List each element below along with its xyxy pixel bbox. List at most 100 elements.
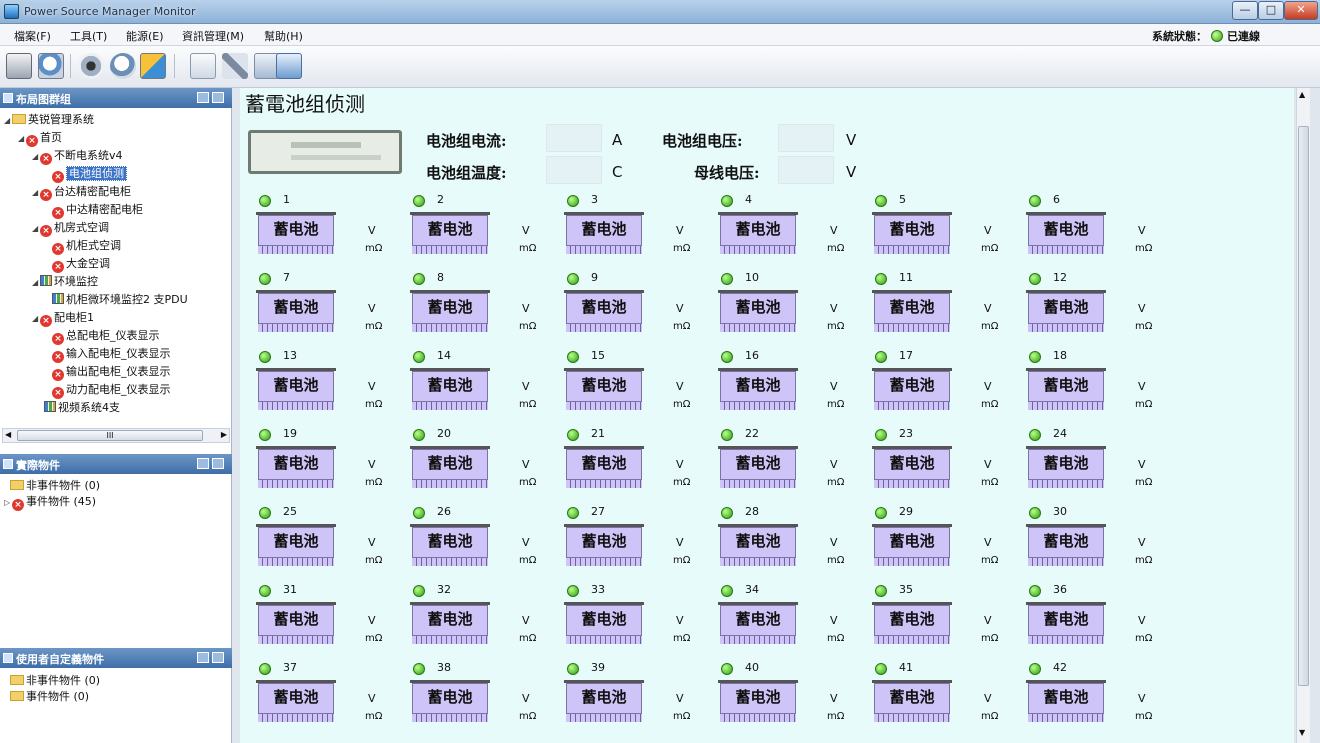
horizontal-scrollbar[interactable]: ◀ III ▶ [2,428,230,443]
tree-item[interactable]: ◢ 英锐管理系统 [4,112,94,127]
battery-icon[interactable]: 蓄电池 [872,212,952,254]
battery-cell[interactable]: 31 蓄电池 VmΩ [240,582,390,662]
battery-cell[interactable]: 28 蓄电池 VmΩ [702,504,852,584]
battery-icon[interactable]: 蓄电池 [718,446,798,488]
battery-cell[interactable]: 3 蓄电池 VmΩ [548,192,698,272]
battery-cell[interactable]: 34 蓄电池 VmΩ [702,582,852,662]
battery-icon[interactable]: 蓄电池 [1026,290,1106,332]
battery-cell[interactable]: 5 蓄电池 VmΩ [856,192,1006,272]
scroll-up-icon[interactable]: ▲ [1299,90,1305,99]
battery-icon[interactable]: 蓄电池 [1026,212,1106,254]
battery-icon[interactable]: 蓄电池 [564,602,644,644]
battery-cell[interactable]: 30 蓄电池 VmΩ [1010,504,1160,584]
tree-item[interactable]: ◢ × 台达精密配电柜 [32,184,131,201]
battery-cell[interactable]: 8 蓄电池 VmΩ [394,270,544,350]
battery-icon[interactable]: 蓄电池 [256,680,336,722]
maximize-button[interactable]: □ [1258,1,1284,20]
tree-item[interactable]: × 大金空调 [52,256,110,273]
battery-cell[interactable]: 2 蓄电池 VmΩ [394,192,544,272]
panel-minimize-icon[interactable] [197,652,209,663]
collapse-icon[interactable]: ◢ [32,221,40,236]
battery-cell[interactable]: 33 蓄电池 VmΩ [548,582,698,662]
battery-icon[interactable]: 蓄电池 [718,212,798,254]
search-icon[interactable] [38,53,64,79]
battery-icon[interactable]: 蓄电池 [1026,524,1106,566]
menu-tools[interactable]: 工具(T) [70,28,107,44]
battery-cell[interactable]: 38 蓄电池 VmΩ [394,660,544,740]
config-icon[interactable] [140,53,166,79]
battery-icon[interactable]: 蓄电池 [410,602,490,644]
battery-cell[interactable]: 39 蓄电池 VmΩ [548,660,698,740]
tree-item[interactable]: × 中达精密配电柜 [52,202,143,219]
battery-icon[interactable]: 蓄电池 [256,290,336,332]
battery-icon[interactable]: 蓄电池 [872,602,952,644]
window-icon[interactable] [276,53,302,79]
battery-cell[interactable]: 15 蓄电池 VmΩ [548,348,698,428]
collapse-icon[interactable]: ◢ [32,185,40,200]
battery-icon[interactable]: 蓄电池 [872,446,952,488]
battery-cell[interactable]: 16 蓄电池 VmΩ [702,348,852,428]
battery-cell[interactable]: 24 蓄电池 VmΩ [1010,426,1160,506]
tree-item[interactable]: 视频系统4支 [44,400,120,415]
battery-icon[interactable]: 蓄电池 [1026,446,1106,488]
battery-cell[interactable]: 20 蓄电池 VmΩ [394,426,544,506]
scroll-down-icon[interactable]: ▼ [1299,728,1305,737]
tree-item[interactable]: × 机柜式空调 [52,238,121,255]
battery-cell[interactable]: 26 蓄电池 VmΩ [394,504,544,584]
tree-item[interactable]: × 输出配电柜_仪表显示 [52,364,171,381]
tree-item[interactable]: 非事件物件 (0) [10,478,100,493]
minimize-button[interactable]: — [1232,1,1258,20]
battery-cell[interactable]: 12 蓄电池 VmΩ [1010,270,1160,350]
collapse-icon[interactable]: ◢ [32,149,40,164]
battery-icon[interactable]: 蓄电池 [872,524,952,566]
battery-cell[interactable]: 14 蓄电池 VmΩ [394,348,544,428]
scroll-left-icon[interactable]: ◀ [5,430,11,439]
battery-cell[interactable]: 25 蓄电池 VmΩ [240,504,390,584]
battery-icon[interactable]: 蓄电池 [1026,368,1106,410]
scroll-thumb[interactable] [1298,126,1309,686]
panel-pin-icon[interactable] [212,458,224,469]
tree-item-selected[interactable]: × 电池组侦测 [52,166,127,183]
zoom-icon[interactable] [110,53,136,79]
battery-cell[interactable]: 40 蓄电池 VmΩ [702,660,852,740]
camera-icon[interactable] [78,53,104,79]
battery-icon[interactable]: 蓄电池 [256,368,336,410]
battery-icon[interactable]: 蓄电池 [718,290,798,332]
battery-icon[interactable]: 蓄电池 [564,524,644,566]
collapse-icon[interactable]: ◢ [18,131,26,146]
tree-item[interactable]: 事件物件 (0) [10,689,89,704]
battery-icon[interactable]: 蓄电池 [564,212,644,254]
battery-icon[interactable]: 蓄电池 [718,602,798,644]
menu-file[interactable]: 檔案(F) [14,28,51,44]
close-button[interactable]: ✕ [1284,1,1318,20]
battery-cell[interactable]: 13 蓄电池 VmΩ [240,348,390,428]
battery-cell[interactable]: 23 蓄电池 VmΩ [856,426,1006,506]
battery-cell[interactable]: 27 蓄电池 VmΩ [548,504,698,584]
battery-icon[interactable]: 蓄电池 [256,602,336,644]
expand-icon[interactable]: ▷ [4,495,12,510]
menu-help[interactable]: 幫助(H) [264,28,303,44]
battery-cell[interactable]: 10 蓄电池 VmΩ [702,270,852,350]
battery-icon[interactable]: 蓄电池 [872,680,952,722]
battery-cell[interactable]: 36 蓄电池 VmΩ [1010,582,1160,662]
battery-cell[interactable]: 6 蓄电池 VmΩ [1010,192,1160,272]
collapse-icon[interactable]: ◢ [4,113,12,128]
menu-info[interactable]: 資訊管理(M) [182,28,244,44]
battery-cell[interactable]: 19 蓄电池 VmΩ [240,426,390,506]
battery-icon[interactable]: 蓄电池 [718,680,798,722]
battery-cell[interactable]: 37 蓄电池 VmΩ [240,660,390,740]
battery-icon[interactable]: 蓄电池 [1026,602,1106,644]
battery-cell[interactable]: 21 蓄电池 VmΩ [548,426,698,506]
log-icon[interactable] [6,53,32,79]
edit-icon[interactable] [190,53,216,79]
tree-item[interactable]: ◢ × 配电柜1 [32,310,94,327]
tree-item[interactable]: 机柜微环境监控2 支PDU [52,292,188,307]
battery-icon[interactable]: 蓄电池 [564,368,644,410]
vertical-scrollbar[interactable]: ▲ ▼ [1296,88,1310,743]
tree-item[interactable]: ◢ 环境监控 [32,274,98,289]
tools-icon[interactable] [222,53,248,79]
battery-icon[interactable]: 蓄电池 [410,524,490,566]
tree-item[interactable]: ◢ × 机房式空调 [32,220,109,237]
scroll-right-icon[interactable]: ▶ [221,430,227,439]
battery-icon[interactable]: 蓄电池 [872,368,952,410]
